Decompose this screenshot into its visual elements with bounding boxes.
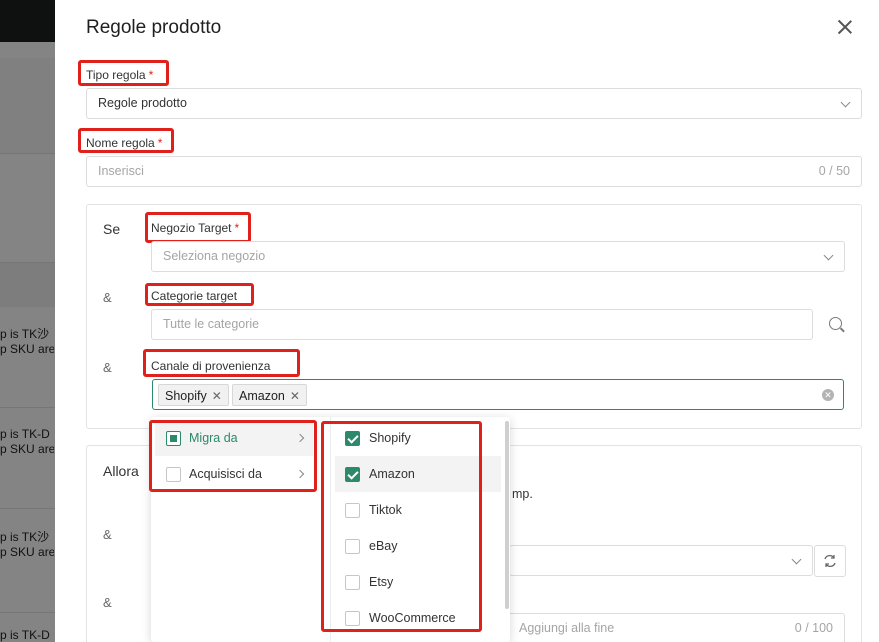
checkbox[interactable]: [345, 539, 360, 554]
rule-name-label: Nome regola *: [86, 136, 163, 150]
option-label: Acquisisci da: [189, 467, 262, 481]
source-channel-select[interactable]: Shopify ✕ Amazon ✕ ✕: [152, 379, 844, 410]
channel-cascader-dropdown: Migra da Acquisisci da Shopify Amazon Ti…: [151, 417, 510, 642]
cascader-option-migrate-from[interactable]: Migra da: [155, 420, 313, 456]
checkbox[interactable]: [166, 467, 181, 482]
channel-option-tiktok[interactable]: Tiktok: [335, 492, 501, 528]
channel-option-woocommerce[interactable]: WooCommerce: [335, 600, 501, 636]
refresh-icon: [824, 554, 836, 568]
tag-amazon: Amazon ✕: [232, 384, 307, 406]
and-symbol: &: [103, 290, 112, 305]
and-symbol: &: [103, 595, 112, 610]
target-categories-label: Categorie target: [151, 289, 238, 303]
chevron-down-icon: [791, 554, 802, 565]
close-icon[interactable]: [836, 18, 854, 36]
action-description-fragment: mp.: [512, 487, 533, 501]
refresh-button[interactable]: [814, 545, 846, 577]
search-icon[interactable]: [829, 317, 845, 333]
option-label: Migra da: [189, 431, 238, 445]
option-label: Etsy: [369, 575, 394, 589]
checked-checkbox[interactable]: [345, 431, 360, 446]
if-label: Se: [103, 221, 121, 237]
option-label: eBay: [369, 539, 398, 553]
drawer-title: Regole prodotto: [86, 17, 222, 38]
char-counter: 0 / 50: [818, 164, 850, 178]
rule-name-placeholder: Inserisci: [98, 164, 144, 178]
dropdown-scrollbar[interactable]: [505, 421, 509, 609]
tag-shopify: Shopify ✕: [158, 384, 229, 406]
rule-type-select[interactable]: Regole prodotto: [86, 88, 862, 119]
checked-checkbox[interactable]: [345, 467, 360, 482]
checkbox[interactable]: [345, 503, 360, 518]
target-shop-label: Negozio Target *: [151, 221, 240, 235]
option-label: WooCommerce: [369, 611, 456, 625]
target-categories-placeholder: Tutte le categorie: [163, 317, 260, 331]
and-symbol: &: [103, 527, 112, 542]
chevron-right-icon: [295, 469, 305, 479]
tag-remove-icon[interactable]: ✕: [212, 389, 222, 403]
and-symbol: &: [103, 360, 112, 375]
rule-name-input[interactable]: Inserisci 0 / 50: [86, 156, 862, 187]
action-select[interactable]: [509, 545, 813, 576]
option-label: Amazon: [369, 467, 415, 481]
target-categories-input[interactable]: Tutte le categorie: [151, 309, 813, 340]
clear-icon[interactable]: ✕: [822, 389, 834, 401]
append-placeholder: Aggiungi alla fine: [519, 621, 615, 635]
char-counter: 0 / 100: [794, 621, 833, 635]
source-channel-label: Canale di provenienza: [151, 359, 271, 373]
cascader-divider: [330, 417, 331, 642]
then-label: Allora: [103, 463, 139, 479]
channel-option-amazon[interactable]: Amazon: [335, 456, 501, 492]
channel-option-shopify[interactable]: Shopify: [335, 420, 501, 456]
partial-checkbox[interactable]: [166, 431, 181, 446]
chevron-right-icon: [295, 433, 305, 443]
rule-type-value: Regole prodotto: [98, 96, 187, 110]
chevron-down-icon: [823, 250, 834, 261]
option-label: Tiktok: [369, 503, 402, 517]
rule-type-label: Tipo regola *: [86, 68, 154, 82]
append-input[interactable]: Aggiungi alla fine 0 / 100: [507, 613, 845, 642]
target-shop-select[interactable]: Seleziona negozio: [151, 241, 845, 272]
target-shop-placeholder: Seleziona negozio: [163, 249, 266, 263]
cascader-option-acquire-from[interactable]: Acquisisci da: [155, 456, 313, 492]
option-label: Shopify: [369, 431, 411, 445]
tag-remove-icon[interactable]: ✕: [290, 389, 300, 403]
checkbox[interactable]: [345, 575, 360, 590]
checkbox[interactable]: [345, 611, 360, 626]
channel-option-etsy[interactable]: Etsy: [335, 564, 501, 600]
chevron-down-icon: [840, 97, 851, 108]
channel-option-ebay[interactable]: eBay: [335, 528, 501, 564]
